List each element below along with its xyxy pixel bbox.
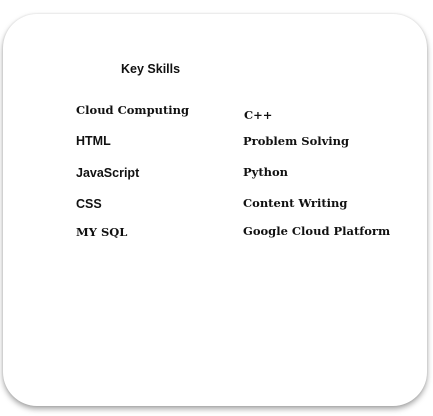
skill-javascript: JavaScript [76,166,140,180]
skill-python: Python [243,165,289,179]
skill-cpp: C++ [244,108,273,122]
card-title: Key Skills [121,62,181,76]
key-skills-card [3,14,427,406]
skill-problem-solving: Problem Solving [243,134,350,148]
skill-css: CSS [76,197,102,211]
skill-google-cloud-platform: Google Cloud Platform [243,224,391,238]
skill-cloud-computing: Cloud Computing [76,103,190,117]
skill-my-sql: MY SQL [76,225,128,239]
skill-html: HTML [76,134,111,148]
skill-content-writing: Content Writing [243,196,348,210]
